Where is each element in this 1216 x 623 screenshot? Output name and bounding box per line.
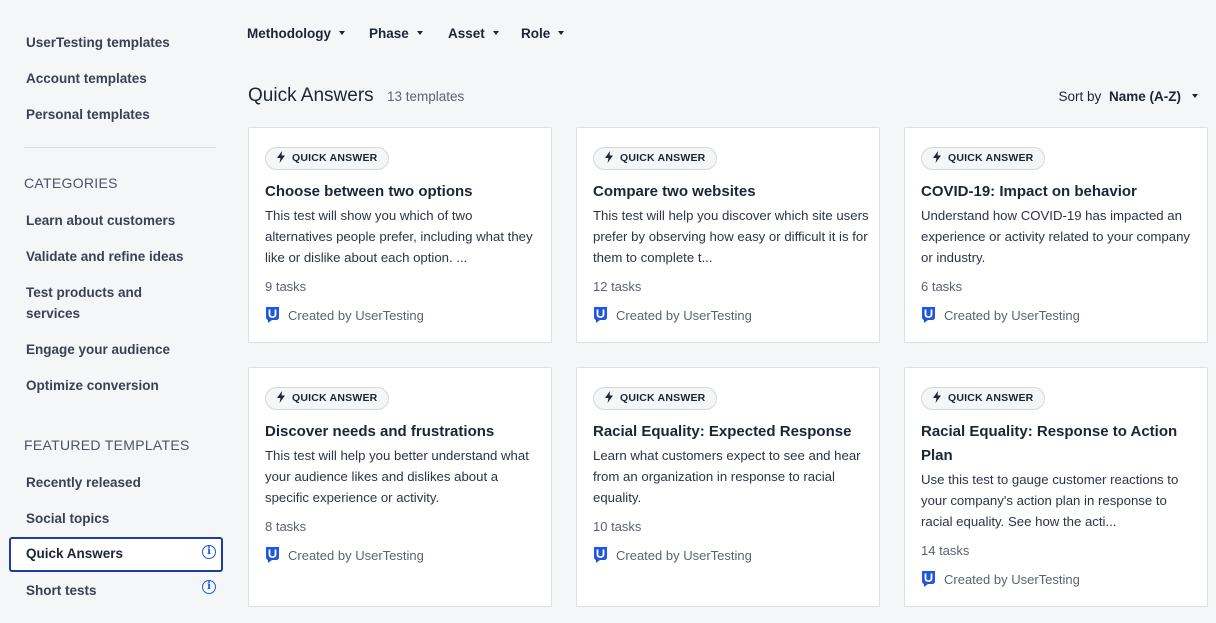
badge-label: QUICK ANSWER (948, 152, 1034, 164)
card-title: COVID-19: Impact on behavior (921, 183, 1137, 200)
card-task-count: 8 tasks (265, 519, 307, 534)
sidebar-item-validate-and-refine-ideas[interactable]: Validate and refine ideas (26, 246, 184, 267)
lightning-icon (605, 391, 613, 404)
quick-answer-badge: QUICK ANSWER (921, 387, 1046, 410)
usertesting-logo-icon (266, 547, 279, 564)
creator-label: Created by UserTesting (616, 548, 752, 563)
card-description: This test will help you better understan… (265, 448, 529, 505)
sidebar-item-account-templates[interactable]: Account templates (26, 68, 147, 89)
card-title: Racial Equality: Expected Response (593, 423, 852, 440)
lightning-icon (933, 391, 941, 404)
info-icon[interactable]: i (202, 580, 216, 594)
caret-down-icon (339, 31, 345, 36)
usertesting-logo-icon (922, 307, 935, 324)
card-task-count: 12 tasks (593, 279, 642, 294)
sidebar-item-short-tests[interactable]: Short tests (26, 580, 97, 601)
lightning-icon (605, 151, 613, 164)
sidebar-item-recently-released[interactable]: Recently released (26, 472, 141, 493)
sidebar-item-engage-your-audience[interactable]: Engage your audience (26, 339, 170, 360)
caret-down-icon (1192, 94, 1198, 99)
quick-answer-badge: QUICK ANSWER (265, 387, 390, 410)
creator-label: Created by UserTesting (616, 308, 752, 323)
creator-label: Created by UserTesting (944, 308, 1080, 323)
template-count: 13 templates (387, 89, 465, 104)
filter-label: Asset (448, 26, 485, 41)
lightning-icon (277, 151, 285, 164)
template-card[interactable]: QUICK ANSWER Compare two websites This t… (576, 127, 880, 343)
categories-heading: CATEGORIES (24, 175, 118, 191)
card-description: Understand how COVID-19 has impacted an … (921, 208, 1191, 265)
caret-down-icon (558, 31, 565, 36)
template-card[interactable]: QUICK ANSWER Choose between two options … (248, 127, 552, 343)
caret-down-icon (492, 31, 499, 36)
card-title: Racial Equality: Response to Action Plan (921, 423, 1178, 464)
badge-label: QUICK ANSWER (620, 152, 706, 164)
card-creator: Created by UserTesting (593, 307, 752, 326)
card-creator: Created by UserTesting (265, 307, 424, 326)
sidebar-item-learn-about-customers[interactable]: Learn about customers (26, 210, 175, 231)
quick-answer-badge: QUICK ANSWER (265, 147, 390, 170)
sidebar-item-test-products-and-services[interactable]: Test products and services (26, 282, 176, 324)
lightning-icon (277, 391, 285, 404)
featured-templates-heading: FEATURED TEMPLATES (24, 437, 190, 453)
lightning-icon (933, 151, 941, 164)
badge-label: QUICK ANSWER (620, 392, 706, 404)
info-icon[interactable]: i (202, 545, 216, 559)
badge-label: QUICK ANSWER (292, 392, 378, 404)
card-description: This test will show you which of two alt… (265, 208, 533, 265)
quick-answer-badge: QUICK ANSWER (921, 147, 1046, 170)
card-description: This test will help you discover which s… (593, 208, 869, 265)
creator-label: Created by UserTesting (288, 308, 424, 323)
filter-label: Methodology (247, 26, 331, 41)
creator-label: Created by UserTesting (944, 572, 1080, 587)
filter-label: Role (521, 26, 551, 41)
sidebar: UserTesting templates Account templates … (0, 0, 232, 623)
sidebar-item-optimize-conversion[interactable]: Optimize conversion (26, 375, 159, 396)
creator-label: Created by UserTesting (288, 548, 424, 563)
badge-label: QUICK ANSWER (948, 392, 1034, 404)
sort-control: Sort by Name (A-Z) (1058, 89, 1198, 104)
card-task-count: 10 tasks (593, 519, 642, 534)
card-creator: Created by UserTesting (921, 307, 1080, 326)
badge-label: QUICK ANSWER (292, 152, 378, 164)
quick-answer-badge: QUICK ANSWER (593, 387, 718, 410)
sidebar-item-usertesting-templates[interactable]: UserTesting templates (26, 32, 170, 53)
card-creator: Created by UserTesting (265, 547, 424, 566)
card-task-count: 14 tasks (921, 543, 970, 558)
template-card[interactable]: QUICK ANSWER Discover needs and frustrat… (248, 367, 552, 607)
filter-role[interactable]: Role (521, 26, 565, 41)
card-creator: Created by UserTesting (921, 571, 1080, 590)
sidebar-item-personal-templates[interactable]: Personal templates (26, 104, 150, 125)
card-task-count: 6 tasks (921, 279, 963, 294)
sort-value: Name (A-Z) (1108, 89, 1181, 104)
card-creator: Created by UserTesting (593, 547, 752, 566)
page-title: Quick Answers (248, 85, 374, 106)
sort-label: Sort by (1058, 89, 1102, 104)
usertesting-logo-icon (594, 307, 607, 324)
card-title: Compare two websites (593, 183, 756, 200)
template-card[interactable]: QUICK ANSWER Racial Equality: Response t… (904, 367, 1208, 607)
quick-answer-badge: QUICK ANSWER (593, 147, 718, 170)
caret-down-icon (416, 31, 423, 36)
card-title: Discover needs and frustrations (265, 423, 495, 440)
card-description: Use this test to gauge customer reaction… (921, 472, 1179, 529)
filter-label: Phase (369, 26, 409, 41)
filter-methodology[interactable]: Methodology (247, 26, 345, 41)
usertesting-logo-icon (922, 571, 935, 588)
sidebar-item-quick-answers[interactable]: Quick Answers i (9, 537, 223, 572)
sidebar-item-social-topics[interactable]: Social topics (26, 508, 109, 529)
template-card[interactable]: QUICK ANSWER Racial Equality: Expected R… (576, 367, 880, 607)
card-task-count: 9 tasks (265, 279, 307, 294)
template-card[interactable]: QUICK ANSWER COVID-19: Impact on behavio… (904, 127, 1208, 343)
usertesting-logo-icon (266, 307, 279, 324)
filter-phase[interactable]: Phase (369, 26, 423, 41)
filter-asset[interactable]: Asset (448, 26, 499, 41)
sidebar-item-label: Quick Answers (26, 546, 124, 561)
card-description: Learn what customers expect to see and h… (593, 448, 861, 505)
card-title: Choose between two options (265, 183, 473, 200)
usertesting-logo-icon (594, 547, 607, 564)
sort-dropdown[interactable]: Name (A-Z) (1109, 89, 1198, 104)
sidebar-divider (24, 147, 216, 148)
